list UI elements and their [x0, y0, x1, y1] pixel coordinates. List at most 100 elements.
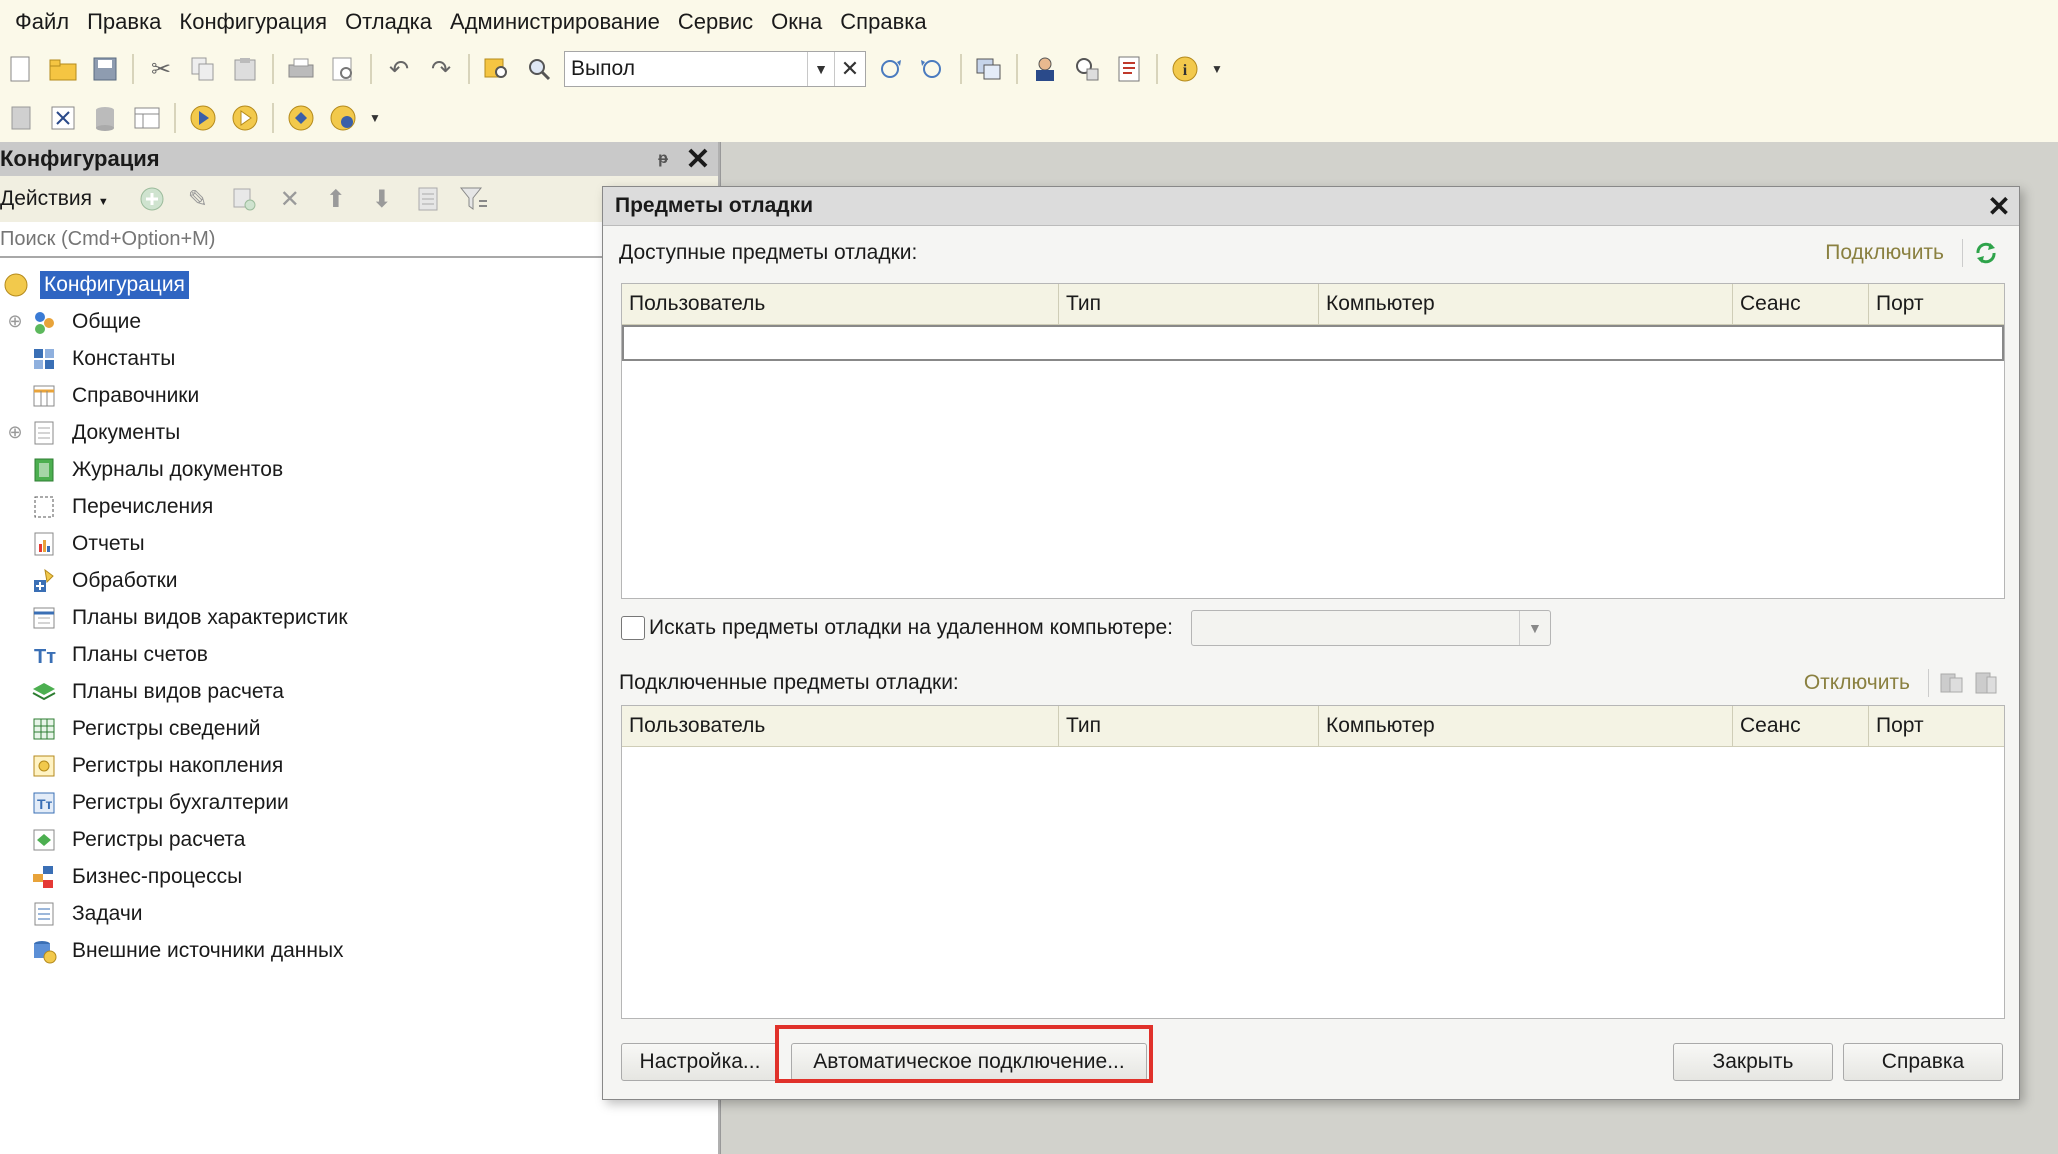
expand-icon[interactable]: ⊕ — [0, 311, 30, 332]
table-row[interactable] — [622, 325, 2004, 361]
table-icon[interactable] — [130, 101, 164, 135]
help-button[interactable]: Справка — [1843, 1043, 2003, 1081]
toolbar-separator — [132, 54, 134, 84]
charts-of-accounts-icon: Tт — [30, 641, 58, 669]
move-up-icon[interactable]: ⬆ — [320, 183, 352, 215]
print-icon[interactable] — [284, 52, 318, 86]
delete-icon[interactable]: ✕ — [274, 183, 306, 215]
database-icon[interactable] — [88, 101, 122, 135]
refresh-icon[interactable] — [1969, 237, 2003, 269]
menu-file[interactable]: Файл — [0, 0, 78, 44]
close-icon[interactable]: ✕ — [678, 142, 718, 177]
highlight-frame — [775, 1025, 1153, 1083]
column-computer[interactable]: Компьютер — [1319, 706, 1733, 746]
pin-icon[interactable]: ᵽ — [648, 150, 678, 168]
edit-icon[interactable]: ✎ — [182, 183, 214, 215]
copy-icon[interactable] — [186, 52, 220, 86]
connect-icon[interactable] — [284, 101, 318, 135]
run-icon[interactable] — [228, 101, 262, 135]
syntax-helper-icon[interactable] — [1070, 52, 1104, 86]
find-next-icon[interactable] — [874, 52, 908, 86]
menu-edit[interactable]: Правка — [78, 0, 170, 44]
clear-icon[interactable]: ✕ — [834, 52, 865, 86]
menu-service[interactable]: Сервис — [669, 0, 762, 44]
paste-icon[interactable] — [228, 52, 262, 86]
move-down-icon[interactable]: ⬇ — [366, 183, 398, 215]
connect-button[interactable]: Подключить — [1825, 241, 1956, 265]
toolbar-separator — [272, 103, 274, 133]
calculation-registers-icon — [30, 826, 58, 854]
menu-debug[interactable]: Отладка — [336, 0, 441, 44]
close-icon[interactable]: ✕ — [1979, 190, 2019, 223]
report-icon[interactable] — [1112, 52, 1146, 86]
copy-item-icon[interactable] — [228, 183, 260, 215]
debug-items-icon[interactable] — [326, 101, 360, 135]
tree-item-label: Общие — [72, 309, 142, 333]
chevron-down-icon[interactable]: ▼ — [807, 52, 834, 86]
column-session[interactable]: Сеанс — [1733, 284, 1869, 324]
remote-search-checkbox[interactable] — [621, 616, 645, 640]
column-session[interactable]: Сеанс — [1733, 706, 1869, 746]
search-combo[interactable]: Выпол ▼ ✕ — [564, 51, 866, 87]
configuration-panel-title: Конфигурация — [0, 146, 160, 171]
open-folder-icon[interactable] — [46, 52, 80, 86]
find-in-tree-icon[interactable] — [480, 52, 514, 86]
user-icon[interactable] — [1028, 52, 1062, 86]
tree-item-label: Планы счетов — [72, 642, 208, 666]
remote-search-row: Искать предметы отладки на удаленном ком… — [621, 609, 1551, 647]
information-registers-icon — [30, 715, 58, 743]
new-document-icon[interactable] — [4, 52, 38, 86]
column-type[interactable]: Тип — [1059, 284, 1319, 324]
config-db-icon[interactable] — [4, 101, 38, 135]
connected-items-table[interactable]: Пользователь Тип Компьютер Сеанс Порт — [621, 705, 2005, 1019]
menu-help[interactable]: Справка — [831, 0, 935, 44]
column-port[interactable]: Порт — [1869, 706, 2004, 746]
column-type[interactable]: Тип — [1059, 706, 1319, 746]
add-icon[interactable] — [136, 183, 168, 215]
start-debug-icon[interactable] — [186, 101, 220, 135]
actions-menu[interactable]: Действия ▼ — [0, 187, 129, 211]
column-user[interactable]: Пользователь — [622, 284, 1059, 324]
info-icon[interactable]: i — [1168, 52, 1202, 86]
toolbar-more-icon[interactable]: ▼ — [368, 101, 382, 135]
menu-administration[interactable]: Администрирование — [441, 0, 669, 44]
print-preview-icon[interactable] — [326, 52, 360, 86]
tree-item-label: Задачи — [72, 901, 143, 925]
tree-item-label: Обработки — [72, 568, 178, 592]
menu-bar: Файл Правка Конфигурация Отладка Админис… — [0, 0, 2058, 44]
copy-item-icon[interactable] — [1935, 667, 1969, 699]
available-items-table[interactable]: Пользователь Тип Компьютер Сеанс Порт — [621, 283, 2005, 599]
column-computer[interactable]: Компьютер — [1319, 284, 1733, 324]
actions-menu-label: Действия — [0, 187, 93, 210]
find-previous-icon[interactable] — [916, 52, 950, 86]
disconnect-button[interactable]: Отключить — [1804, 671, 1922, 695]
toolbar-separator — [370, 54, 372, 84]
toolbar-separator — [468, 54, 470, 84]
search-icon[interactable] — [522, 52, 556, 86]
tree-item-label: Справочники — [72, 383, 200, 407]
settings-button[interactable]: Настройка... — [621, 1043, 779, 1081]
expand-icon[interactable]: ⊕ — [0, 422, 30, 443]
filter-icon[interactable] — [458, 183, 490, 215]
menu-configuration[interactable]: Конфигурация — [170, 0, 336, 44]
save-icon[interactable] — [88, 52, 122, 86]
column-user[interactable]: Пользователь — [622, 706, 1059, 746]
common-icon — [30, 308, 58, 336]
undo-icon[interactable]: ↶ — [382, 52, 416, 86]
constants-icon — [30, 345, 58, 373]
tree-item-label: Регистры накопления — [72, 753, 284, 777]
list-icon[interactable] — [412, 183, 444, 215]
cut-icon[interactable]: ✂ — [144, 52, 178, 86]
close-button[interactable]: Закрыть — [1673, 1043, 1833, 1081]
table-header: Пользователь Тип Компьютер Сеанс Порт — [622, 706, 2004, 747]
search-combo-value[interactable]: Выпол — [565, 57, 807, 81]
toolbar-more-icon[interactable]: ▼ — [1210, 52, 1224, 86]
column-port[interactable]: Порт — [1869, 284, 2004, 324]
compare-icon[interactable] — [46, 101, 80, 135]
menu-windows[interactable]: Окна — [762, 0, 831, 44]
document-icon[interactable] — [1969, 667, 2003, 699]
redo-icon[interactable]: ↷ — [424, 52, 458, 86]
windows-icon[interactable] — [972, 52, 1006, 86]
tree-item-label: Регистры бухгалтерии — [72, 790, 289, 814]
dialog-title: Предметы отладки — [615, 194, 814, 217]
